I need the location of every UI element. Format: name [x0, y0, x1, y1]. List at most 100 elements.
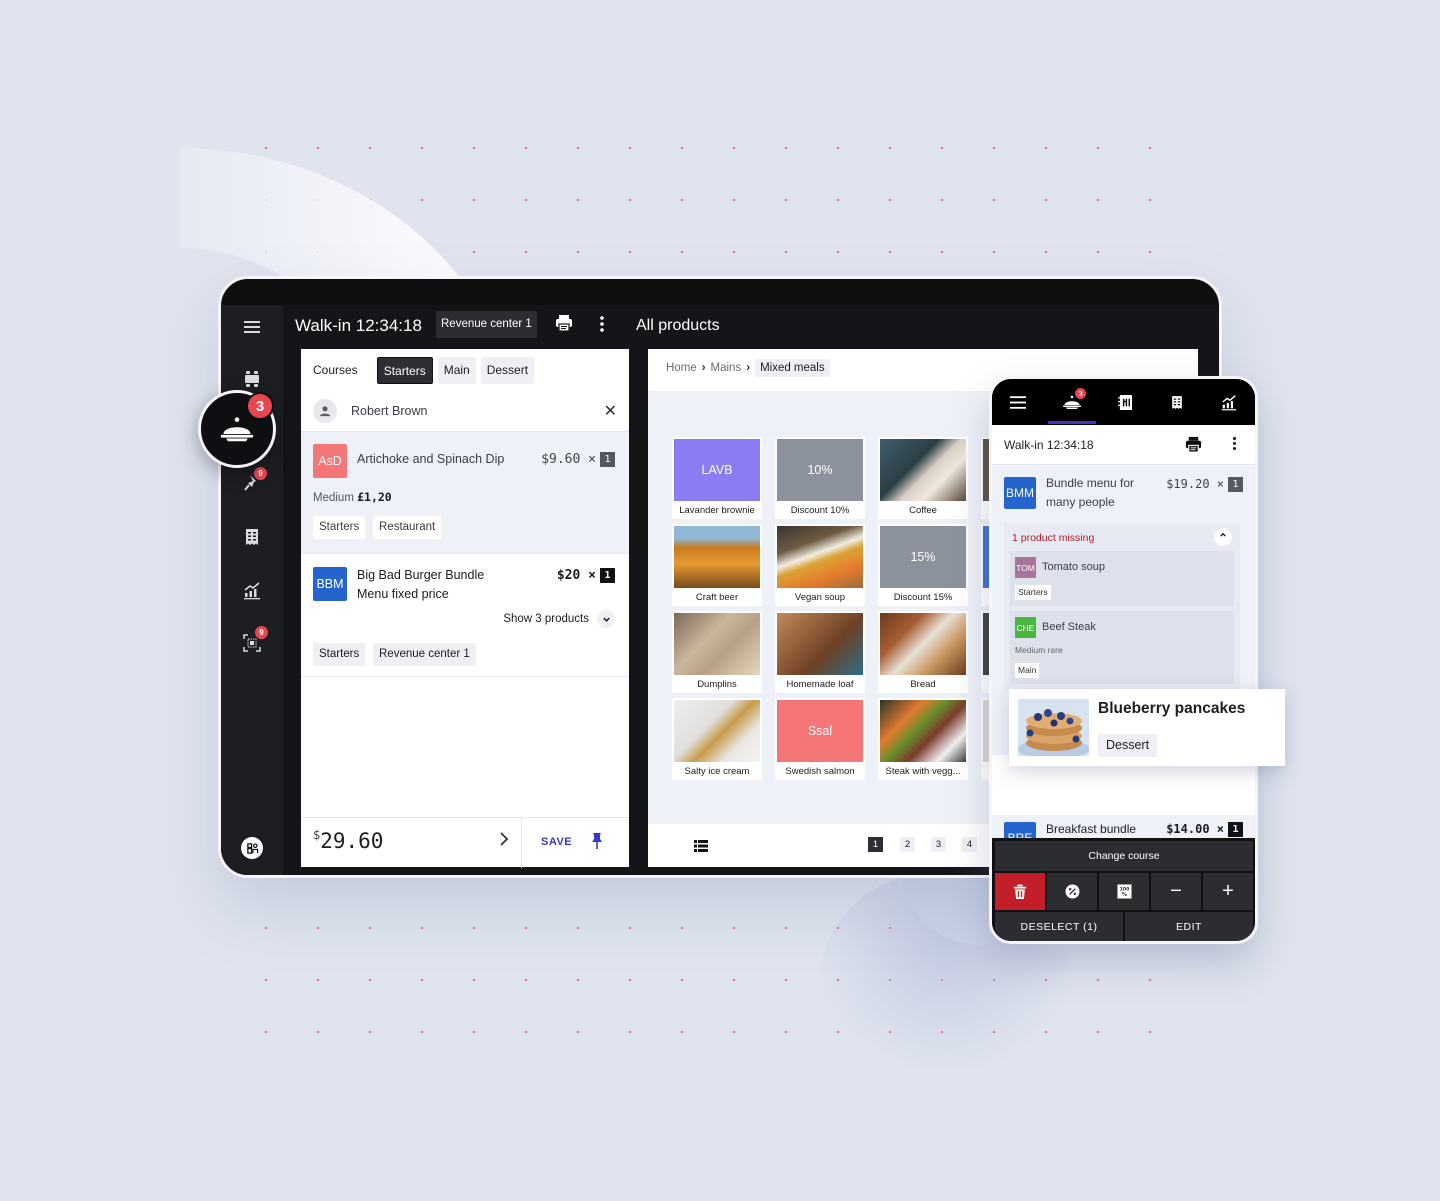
item-qty[interactable]: 1 — [600, 452, 615, 467]
grid-dot — [473, 1031, 475, 1033]
page-3-button[interactable]: 3 — [931, 837, 946, 852]
print-icon[interactable] — [554, 313, 574, 338]
grid-dot — [1045, 199, 1047, 201]
item-qty[interactable]: 1 — [1228, 822, 1243, 837]
product-tile[interactable]: 15% Discount 15% — [878, 524, 968, 606]
phone-tab-receipts[interactable] — [1151, 379, 1203, 425]
revenue-center-chip[interactable]: Revenue center 1 — [436, 311, 537, 338]
item-qty[interactable]: 1 — [1228, 477, 1243, 492]
product-tile[interactable]: Coffee — [878, 437, 968, 519]
breadcrumb-home[interactable]: Home — [666, 362, 697, 374]
product-tile[interactable]: Homemade loaf — [775, 611, 865, 693]
save-button[interactable]: SAVE — [541, 836, 572, 848]
grid-dot — [1045, 251, 1047, 253]
grid-dot — [577, 1031, 579, 1033]
product-tile[interactable]: Salty ice cream — [672, 698, 762, 780]
grid-dot — [369, 147, 371, 149]
analytics-icon[interactable] — [242, 580, 262, 600]
page-2-button[interactable]: 2 — [900, 837, 915, 852]
pin-icon[interactable] — [591, 832, 603, 855]
phone-tab-orders[interactable]: 3 — [1046, 379, 1098, 425]
phone-device: 3 Walk-in 12:34:18 BMM Bundle menu for ma… — [989, 376, 1258, 944]
grid-dot — [421, 979, 423, 981]
menu-icon[interactable] — [242, 317, 262, 337]
order-line-item[interactable]: BBM Big Bad Burger Bundle Menu fixed pric… — [301, 553, 629, 677]
grid-dot — [993, 199, 995, 201]
more-options-icon[interactable] — [1232, 436, 1237, 456]
chevron-right-icon[interactable] — [499, 830, 509, 853]
tables-icon[interactable] — [242, 369, 262, 389]
sub-item[interactable]: CHE Beef Steak Medium rare Main — [1010, 611, 1234, 684]
percent-icon — [1064, 884, 1080, 899]
product-tile[interactable]: Steak with vegg... — [878, 698, 968, 780]
discount-button[interactable] — [1047, 873, 1097, 910]
product-tile[interactable]: Vegan soup — [775, 524, 865, 606]
sidebar-item-pinned[interactable]: 9 — [242, 467, 267, 493]
tab-starters[interactable]: Starters — [376, 357, 433, 384]
product-popup-card[interactable]: Blueberry pancakes Dessert — [1009, 689, 1285, 766]
deselect-button[interactable]: DESELECT (1) — [995, 912, 1123, 941]
grid-dot — [577, 251, 579, 253]
grid-dot — [265, 979, 267, 981]
user-logo-icon[interactable] — [241, 837, 263, 859]
edit-button[interactable]: EDIT — [1125, 912, 1253, 941]
more-options-icon[interactable] — [599, 315, 605, 338]
product-tile[interactable]: 10% Discount 10% — [775, 437, 865, 519]
customer-row[interactable]: Robert Brown ✕ — [313, 399, 617, 425]
grid-dot — [785, 979, 787, 981]
chevron-up-icon[interactable] — [1214, 528, 1232, 546]
order-cloche-icon — [220, 416, 254, 441]
increase-qty-button[interactable]: + — [1203, 873, 1253, 910]
grid-dot — [369, 979, 371, 981]
qr-badge: 9 — [255, 626, 268, 639]
grid-dot — [681, 199, 683, 201]
item-qty[interactable]: 1 — [600, 568, 615, 583]
product-tile[interactable]: Ssal Swedish salmon — [775, 698, 865, 780]
grid-dot — [525, 927, 527, 929]
grid-dot — [1045, 147, 1047, 149]
phone-tab-menu[interactable] — [1099, 379, 1151, 425]
sub-item[interactable]: TOM Tomato soup Starters — [1010, 551, 1234, 606]
decrease-qty-button[interactable]: − — [1151, 873, 1201, 910]
grid-dot — [1149, 979, 1151, 981]
receipt-icon[interactable] — [242, 527, 262, 547]
tab-main[interactable]: Main — [437, 357, 476, 384]
breadcrumb-current: Mixed meals — [755, 359, 830, 377]
print-icon[interactable] — [1184, 435, 1203, 459]
grid-dot — [1097, 199, 1099, 201]
order-total: $29.60 — [313, 828, 384, 853]
delete-button[interactable] — [995, 873, 1045, 910]
grid-dot — [941, 251, 943, 253]
phone-tab-analytics[interactable] — [1203, 379, 1255, 425]
product-tile[interactable]: Dumplins — [672, 611, 762, 693]
missing-products-label: 1 product missing — [1012, 532, 1095, 544]
page-1-button[interactable]: 1 — [868, 837, 883, 852]
page-4-button[interactable]: 4 — [962, 837, 977, 852]
full-discount-button[interactable]: 100% — [1099, 873, 1149, 910]
close-icon[interactable]: ✕ — [604, 401, 617, 421]
menu-icon[interactable] — [992, 379, 1044, 425]
qr-scan-icon[interactable]: 9 — [242, 626, 268, 653]
product-label: Lavander brownie — [679, 505, 755, 516]
show-products-toggle[interactable]: Show 3 products — [503, 610, 615, 628]
item-abbr-badge: BMM — [1004, 477, 1036, 509]
product-tile[interactable]: Bread — [878, 611, 968, 693]
product-tile[interactable]: Craft beer — [672, 524, 762, 606]
breadcrumb-mains[interactable]: Mains — [711, 362, 742, 374]
product-tile[interactable]: LAVB Lavander brownie — [672, 437, 762, 519]
course-tabs: Courses Starters Main Dessert — [313, 357, 535, 384]
list-view-icon[interactable] — [694, 839, 708, 857]
grid-dot — [681, 1031, 683, 1033]
product-image — [880, 613, 966, 675]
order-line-item[interactable]: AsD Artichoke and Spinach Dip $9.60 × 1 M… — [301, 431, 629, 553]
order-panel: Courses Starters Main Dessert Robert Bro… — [301, 349, 629, 868]
tab-dessert[interactable]: Dessert — [480, 357, 535, 384]
grid-dot — [473, 199, 475, 201]
grid-dot — [629, 147, 631, 149]
grid-dot — [473, 147, 475, 149]
grid-dot — [1097, 147, 1099, 149]
change-course-button[interactable]: Change course — [995, 841, 1253, 871]
product-label: Dumplins — [697, 679, 737, 690]
chevron-right-icon: › — [701, 362, 706, 374]
grid-dot — [889, 199, 891, 201]
